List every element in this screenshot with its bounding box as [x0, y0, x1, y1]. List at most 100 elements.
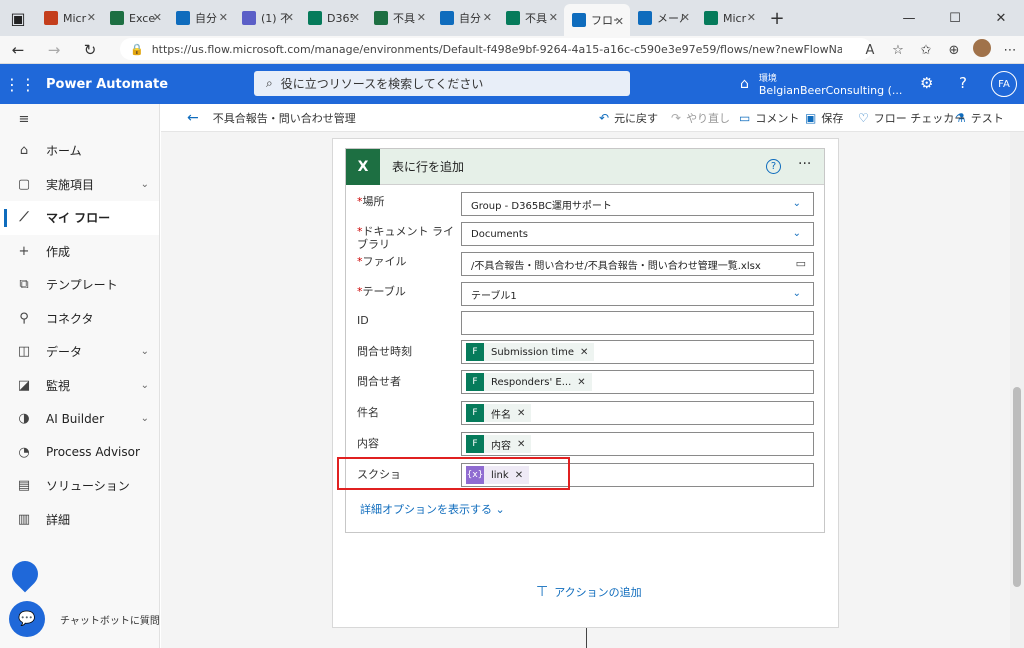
folder-icon[interactable]: ▭ — [796, 257, 806, 270]
browser-tab[interactable]: Micr ✕ — [36, 0, 102, 36]
chevron-down-icon[interactable]: ⌄ — [793, 198, 801, 209]
back-icon[interactable]: ← — [0, 41, 36, 59]
tab-close-icon[interactable]: ✕ — [615, 15, 624, 28]
browser-tab[interactable]: 不具 ✕ — [366, 0, 432, 36]
field-input[interactable]: F Submission time ✕ — [461, 340, 814, 364]
browser-tab[interactable]: Micr ✕ — [696, 0, 762, 36]
comment-button[interactable]: ▭ コメント — [739, 104, 799, 132]
browser-tab[interactable]: D365 ✕ — [300, 0, 366, 36]
chatbot-label[interactable]: チャットボットに質問 — [60, 612, 160, 627]
flow-checker-button[interactable]: ♡ フロー チェッカー — [858, 104, 965, 132]
refresh-icon[interactable]: ↻ — [72, 41, 108, 59]
field-input[interactable]: Group - D365BC運用サポート ⌄ — [461, 192, 814, 216]
chevron-down-icon[interactable]: ⌄ — [793, 288, 801, 299]
field-input[interactable]: F 件名 ✕ — [461, 401, 814, 425]
card-more-icon[interactable]: ··· — [798, 156, 811, 172]
chevron-down-icon[interactable]: ⌄ — [141, 179, 149, 190]
dynamic-content-token[interactable]: F Submission time ✕ — [466, 343, 595, 361]
chevron-down-icon[interactable]: ⌄ — [141, 380, 149, 391]
token-remove-icon[interactable]: ✕ — [580, 347, 588, 358]
test-button[interactable]: ⚗ テスト — [955, 104, 1004, 132]
tab-close-icon[interactable]: ✕ — [681, 11, 690, 24]
sidebar-item[interactable]: ◑ AI Builder ⌄ — [0, 402, 159, 436]
field-input[interactable]: Documents ⌄ — [461, 222, 814, 246]
redo-button[interactable]: ↷ やり直し — [671, 104, 730, 132]
tab-close-icon[interactable]: ✕ — [747, 11, 756, 24]
dynamic-content-token[interactable]: F 件名 ✕ — [466, 404, 532, 422]
sidebar-item[interactable]: + 作成 — [0, 235, 159, 269]
browser-tab[interactable]: (1) 不 ✕ — [234, 0, 300, 36]
chevron-down-icon[interactable]: ⌄ — [141, 413, 149, 424]
browser-tab[interactable]: 不具 ✕ — [498, 0, 564, 36]
tab-close-icon[interactable]: ✕ — [285, 11, 294, 24]
field-input[interactable]: テーブル1 ⌄ — [461, 282, 814, 306]
sidebar-item[interactable]: ◪ 監視 ⌄ — [0, 369, 159, 403]
scrollbar-thumb[interactable] — [1013, 387, 1021, 587]
sidebar-item[interactable]: ▤ ソリューション — [0, 469, 159, 503]
url-field[interactable]: 🔒 https://us.flow.microsoft.com/manage/e… — [120, 38, 872, 60]
sidebar-item-icon: + — [18, 243, 30, 259]
browser-tab[interactable]: フロー✕ — [564, 4, 630, 36]
browser-tab[interactable]: メール✕ — [630, 0, 696, 36]
chevron-down-icon[interactable]: ⌄ — [793, 228, 801, 239]
more-icon[interactable]: ⋯ — [996, 43, 1024, 58]
field-input[interactable]: F Responders' E... ✕ — [461, 370, 814, 394]
token-remove-icon[interactable]: ✕ — [517, 408, 525, 419]
chatbot-button[interactable]: 💬 — [9, 601, 45, 637]
sidebar-item[interactable]: ▥ 詳細 — [0, 503, 159, 537]
browser-tab[interactable]: 自分 ✕ — [168, 0, 234, 36]
browser-tab[interactable]: 自分 ✕ — [432, 0, 498, 36]
dynamic-content-token[interactable]: F Responders' E... ✕ — [466, 373, 592, 391]
sidebar-item[interactable]: ⟋ マイ フロー — [0, 201, 159, 235]
read-aloud-icon[interactable]: A — [856, 43, 884, 58]
help-icon[interactable]: ? — [959, 74, 967, 92]
new-tab-button[interactable]: + — [762, 8, 792, 29]
favorite-icon[interactable]: ☆ — [884, 43, 912, 58]
chevron-down-icon[interactable]: ⌄ — [141, 346, 149, 357]
sidebar-item[interactable]: ⚲ コネクタ — [0, 302, 159, 336]
sidebar-item[interactable]: ◫ データ ⌄ — [0, 335, 159, 369]
undo-button[interactable]: ↶ 元に戻す — [599, 104, 658, 132]
collections-icon[interactable]: ⊕ — [940, 43, 968, 58]
tab-close-icon[interactable]: ✕ — [87, 11, 96, 24]
save-button[interactable]: ▣ 保存 — [805, 104, 843, 132]
sidebar-item[interactable]: ⧉ テンプレート — [0, 268, 159, 302]
field-input[interactable]: F 内容 ✕ — [461, 432, 814, 456]
back-arrow-icon[interactable]: ← — [187, 110, 199, 126]
forms-icon: F — [466, 435, 484, 453]
avatar[interactable]: FA — [991, 71, 1017, 97]
environment-picker[interactable]: ⌂ 環境 BelgianBeerConsulting (... — [740, 67, 902, 101]
favorites-icon[interactable]: ✩ — [912, 43, 940, 58]
tab-actions-icon[interactable]: ▣ — [0, 0, 36, 36]
add-action-button[interactable]: ⊤ アクションの追加 — [536, 584, 642, 600]
card-header[interactable]: X 表に行を追加 ? ··· — [346, 148, 824, 185]
sidebar-item[interactable]: ◔ Process Advisor — [0, 436, 159, 470]
forward-icon[interactable]: → — [36, 41, 72, 59]
sidebar-item[interactable]: ▢ 実施項目 ⌄ — [0, 168, 159, 202]
field-input[interactable]: /不具合報告・問い合わせ/不具合報告・問い合わせ管理一覧.xlsx ▭ — [461, 252, 814, 276]
tab-close-icon[interactable]: ✕ — [417, 11, 426, 24]
tab-close-icon[interactable]: ✕ — [549, 11, 558, 24]
canvas-scrollbar[interactable] — [1010, 132, 1024, 648]
advanced-options-link[interactable]: 詳細オプションを表示する ⌄ — [360, 501, 505, 517]
hamburger-menu[interactable]: ≡ — [0, 104, 159, 134]
token-remove-icon[interactable]: ✕ — [517, 439, 525, 450]
token-remove-icon[interactable]: ✕ — [577, 377, 585, 388]
search-input[interactable]: ⌕ 役に立つリソースを検索してください — [254, 71, 630, 96]
app-name[interactable]: Power Automate — [46, 77, 168, 92]
browser-tab[interactable]: Excel✕ — [102, 0, 168, 36]
waffle-icon[interactable]: ⋮⋮ — [0, 75, 40, 94]
card-help-icon[interactable]: ? — [766, 159, 781, 174]
field-input[interactable] — [461, 311, 814, 335]
maximize-icon[interactable]: ☐ — [932, 0, 978, 36]
profile-icon[interactable] — [968, 39, 996, 61]
tab-close-icon[interactable]: ✕ — [483, 11, 492, 24]
settings-icon[interactable]: ⚙ — [920, 74, 933, 92]
sidebar-item[interactable]: ⌂ ホーム — [0, 134, 159, 168]
close-window-icon[interactable]: ✕ — [978, 0, 1024, 36]
tab-close-icon[interactable]: ✕ — [351, 11, 360, 24]
tab-close-icon[interactable]: ✕ — [153, 11, 162, 24]
dynamic-content-token[interactable]: F 内容 ✕ — [466, 435, 532, 453]
minimize-icon[interactable]: — — [886, 0, 932, 36]
tab-close-icon[interactable]: ✕ — [219, 11, 228, 24]
